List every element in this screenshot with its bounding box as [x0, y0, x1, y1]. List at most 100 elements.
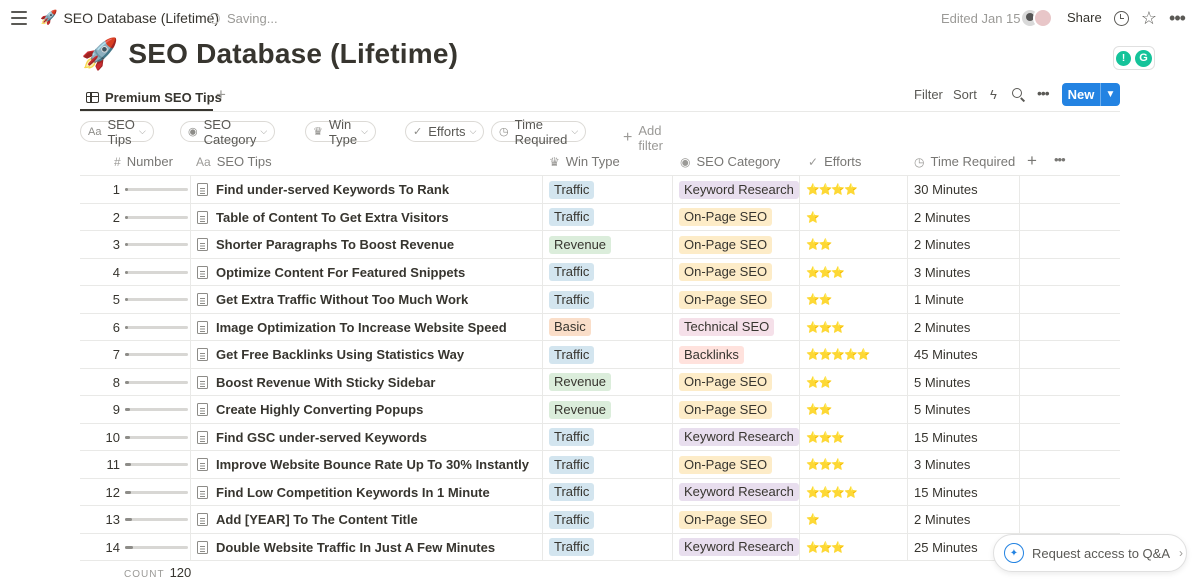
seo-tip-cell[interactable]: Add [YEAR] To The Content Title	[197, 506, 542, 533]
seo-tip-cell[interactable]: Shorter Paragraphs To Boost Revenue	[197, 231, 542, 258]
number-cell[interactable]: 7	[80, 341, 190, 368]
table-row[interactable]: 1 Find under-served Keywords To Rank Tra…	[80, 176, 1120, 204]
column-header-time-required[interactable]: ◷ Time Required	[914, 154, 1015, 169]
table-row[interactable]: 6 Image Optimization To Increase Website…	[80, 313, 1120, 341]
seo-category-cell[interactable]: Keyword Research	[679, 534, 799, 561]
table-row[interactable]: 9 Create Highly Converting Popups Revenu…	[80, 396, 1120, 424]
efforts-cell[interactable]: ⭐⭐⭐⭐⭐	[806, 341, 870, 368]
filter-chip-seo-category[interactable]: ◉ SEO Category ⌵	[180, 117, 276, 147]
seo-category-cell[interactable]: On-Page SEO	[679, 286, 773, 313]
new-button[interactable]: New ▼	[1062, 83, 1120, 106]
efforts-cell[interactable]: ⭐⭐⭐	[806, 259, 845, 286]
number-cell[interactable]: 13	[80, 506, 190, 533]
view-more-icon[interactable]: •••	[1037, 85, 1050, 101]
efforts-cell[interactable]: ⭐⭐⭐	[806, 451, 845, 478]
table-row[interactable]: 4 Optimize Content For Featured Snippets…	[80, 258, 1120, 286]
win-type-cell[interactable]: Revenue	[549, 396, 612, 423]
efforts-cell[interactable]: ⭐⭐	[806, 369, 832, 396]
seo-tip-cell[interactable]: Boost Revenue With Sticky Sidebar	[197, 369, 542, 396]
filter-button[interactable]: Filter	[914, 87, 943, 102]
collaborator-avatars[interactable]	[1020, 8, 1056, 28]
number-cell[interactable]: 2	[80, 204, 190, 231]
column-header-win-type[interactable]: ♛ Win Type	[549, 154, 620, 169]
seo-category-cell[interactable]: On-Page SEO	[679, 369, 773, 396]
time-required-cell[interactable]: 5 Minutes	[914, 369, 970, 396]
grammarly-icon[interactable]: !	[1116, 50, 1131, 66]
win-type-cell[interactable]: Revenue	[549, 231, 612, 258]
efforts-cell[interactable]: ⭐⭐⭐	[806, 424, 845, 451]
time-required-cell[interactable]: 15 Minutes	[914, 479, 978, 506]
number-cell[interactable]: 5	[80, 286, 190, 313]
number-cell[interactable]: 6	[80, 314, 190, 341]
win-type-cell[interactable]: Traffic	[549, 286, 595, 313]
number-cell[interactable]: 1	[80, 176, 190, 203]
time-required-cell[interactable]: 25 Minutes	[914, 534, 978, 561]
grammarly-widget[interactable]: ! G	[1113, 46, 1155, 70]
number-cell[interactable]: 4	[80, 259, 190, 286]
time-required-cell[interactable]: 2 Minutes	[914, 204, 970, 231]
table-row[interactable]: 14 Double Website Traffic In Just A Few …	[80, 533, 1120, 561]
time-required-cell[interactable]: 2 Minutes	[914, 231, 970, 258]
seo-tip-cell[interactable]: Create Highly Converting Popups	[197, 396, 542, 423]
table-row[interactable]: 10 Find GSC under-served Keywords Traffi…	[80, 423, 1120, 451]
tab-premium-seo-tips[interactable]: Premium SEO Tips	[86, 86, 222, 108]
time-required-cell[interactable]: 15 Minutes	[914, 424, 978, 451]
seo-tip-cell[interactable]: Double Website Traffic In Just A Few Min…	[197, 534, 542, 561]
efforts-cell[interactable]: ⭐⭐	[806, 231, 832, 258]
chevron-down-icon[interactable]: ▼	[1100, 83, 1120, 106]
number-cell[interactable]: 3	[80, 231, 190, 258]
seo-category-cell[interactable]: On-Page SEO	[679, 204, 773, 231]
seo-category-cell[interactable]: Keyword Research	[679, 176, 799, 203]
win-type-cell[interactable]: Traffic	[549, 424, 595, 451]
avatar[interactable]	[1033, 8, 1053, 28]
column-header-seo-tips[interactable]: Aa SEO Tips	[196, 154, 272, 169]
efforts-cell[interactable]: ⭐⭐⭐⭐	[806, 176, 858, 203]
column-header-number[interactable]: # Number	[114, 154, 173, 169]
number-cell[interactable]: 9	[80, 396, 190, 423]
table-row[interactable]: 5 Get Extra Traffic Without Too Much Wor…	[80, 286, 1120, 314]
grammarly-logo-icon[interactable]: G	[1135, 49, 1152, 67]
seo-category-cell[interactable]: Keyword Research	[679, 479, 799, 506]
filter-chip-efforts[interactable]: ✓ Efforts ⌵	[405, 121, 485, 142]
table-row[interactable]: 3 Shorter Paragraphs To Boost Revenue Re…	[80, 231, 1120, 259]
seo-tip-cell[interactable]: Image Optimization To Increase Website S…	[197, 314, 542, 341]
table-row[interactable]: 13 Add [YEAR] To The Content Title Traff…	[80, 506, 1120, 534]
win-type-cell[interactable]: Traffic	[549, 341, 595, 368]
seo-category-cell[interactable]: On-Page SEO	[679, 231, 773, 258]
efforts-cell[interactable]: ⭐⭐⭐	[806, 534, 845, 561]
seo-category-cell[interactable]: Backlinks	[679, 341, 744, 368]
sort-button[interactable]: Sort	[953, 87, 977, 102]
table-row[interactable]: 8 Boost Revenue With Sticky Sidebar Reve…	[80, 368, 1120, 396]
win-type-cell[interactable]: Revenue	[549, 369, 612, 396]
seo-category-cell[interactable]: Technical SEO	[679, 314, 775, 341]
time-required-cell[interactable]: 3 Minutes	[914, 259, 970, 286]
seo-category-cell[interactable]: On-Page SEO	[679, 506, 773, 533]
time-required-cell[interactable]: 30 Minutes	[914, 176, 978, 203]
seo-tip-cell[interactable]: Get Extra Traffic Without Too Much Work	[197, 286, 542, 313]
number-cell[interactable]: 8	[80, 369, 190, 396]
win-type-cell[interactable]: Traffic	[549, 451, 595, 478]
filter-chip-win-type[interactable]: ♛ Win Type ⌵	[305, 117, 376, 147]
breadcrumb[interactable]: 🚀 SEO Database (Lifetime)	[40, 9, 219, 26]
win-type-cell[interactable]: Traffic	[549, 534, 595, 561]
seo-tip-cell[interactable]: Improve Website Bounce Rate Up To 30% In…	[197, 451, 542, 478]
page-title-emoji[interactable]: 🚀	[81, 37, 118, 72]
more-options-icon[interactable]: •••	[1168, 8, 1186, 28]
time-required-cell[interactable]: 45 Minutes	[914, 341, 978, 368]
win-type-cell[interactable]: Traffic	[549, 204, 595, 231]
search-icon[interactable]	[1012, 88, 1025, 101]
favorite-star-icon[interactable]: ☆	[1140, 8, 1158, 28]
seo-tip-cell[interactable]: Find under-served Keywords To Rank	[197, 176, 542, 203]
seo-category-cell[interactable]: On-Page SEO	[679, 396, 773, 423]
table-row[interactable]: 2 Table of Content To Get Extra Visitors…	[80, 203, 1120, 231]
table-row[interactable]: 7 Get Free Backlinks Using Statistics Wa…	[80, 341, 1120, 369]
win-type-cell[interactable]: Traffic	[549, 176, 595, 203]
time-required-cell[interactable]: 2 Minutes	[914, 506, 970, 533]
seo-tip-cell[interactable]: Table of Content To Get Extra Visitors	[197, 204, 542, 231]
add-column-icon[interactable]: +	[1027, 151, 1037, 171]
seo-tip-cell[interactable]: Find Low Competition Keywords In 1 Minut…	[197, 479, 542, 506]
request-qa-button[interactable]: ✦ Request access to Q&A ›	[993, 534, 1187, 572]
win-type-cell[interactable]: Traffic	[549, 259, 595, 286]
efforts-cell[interactable]: ⭐	[806, 204, 820, 231]
time-required-cell[interactable]: 1 Minute	[914, 286, 964, 313]
